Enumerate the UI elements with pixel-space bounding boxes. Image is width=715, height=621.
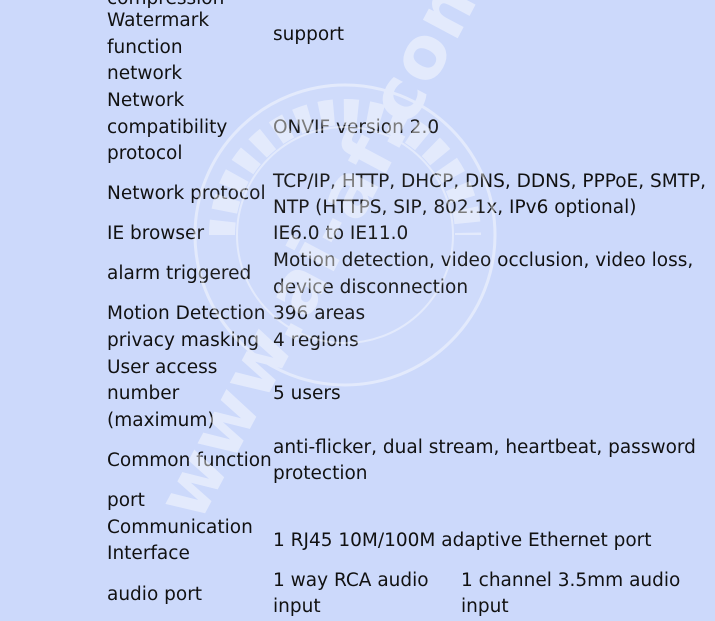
- user-access-label-line2: number: [107, 383, 180, 404]
- network-compatibility-value: ONVIF version 2.0: [273, 117, 440, 138]
- user-access-label-line1: User access: [107, 357, 218, 378]
- network-protocol-value-line1: TCP/IP, HTTP, DHCP, DNS, DDNS, PPPoE, SM…: [273, 171, 707, 192]
- network-compatibility-label-line3: protocol: [107, 143, 183, 164]
- ie-browser-value: IE6.0 to IE11.0: [273, 223, 409, 244]
- communication-interface-value: 1 RJ45 10M/100M adaptive Ethernet port: [273, 530, 652, 551]
- common-function-value-line1: anti-flicker, dual stream, heartbeat, pa…: [273, 437, 696, 458]
- motion-detection-label: Motion Detection: [107, 303, 266, 324]
- ie-browser-label: IE browser: [107, 223, 205, 244]
- network-compatibility-label-line2: compatibility: [107, 117, 228, 138]
- audio-port-value-b-line1: 1 channel 3.5mm audio: [461, 570, 681, 591]
- communication-interface-label-line2: Interface: [107, 543, 190, 564]
- audio-port-value-b-line2: input: [461, 596, 509, 617]
- communication-interface-label-line1: Communication: [107, 517, 253, 538]
- alarm-triggered-value-line1: Motion detection, video occlusion, video…: [273, 250, 694, 271]
- privacy-masking-label: privacy masking: [107, 330, 260, 351]
- watermark-function-value: support: [273, 24, 345, 45]
- audio-port-value-a-line2: input: [273, 596, 321, 617]
- privacy-masking-value: 4 regions: [273, 330, 359, 351]
- alarm-triggered-label: alarm triggered: [107, 263, 252, 284]
- user-access-label-line3: (maximum): [107, 410, 215, 431]
- network-protocol-label: Network protocol: [107, 183, 266, 204]
- watermark-function-label-line2: function: [107, 37, 183, 58]
- network-section-label: network: [107, 63, 183, 84]
- spec-sheet: compression Watermark function support n…: [0, 0, 715, 617]
- common-function-label: Common function: [107, 450, 272, 471]
- audio-port-value-a-line1: 1 way RCA audio: [273, 570, 429, 591]
- port-section-label: port: [107, 490, 145, 511]
- network-protocol-value-line2: NTP (HTTPS, SIP, 802.1x, IPv6 optional): [273, 197, 637, 218]
- motion-detection-value: 396 areas: [273, 303, 366, 324]
- audio-port-label: audio port: [107, 584, 203, 605]
- watermark-function-label-line1: Watermark: [107, 10, 210, 31]
- network-compatibility-label-line1: Network: [107, 90, 185, 111]
- user-access-value: 5 users: [273, 383, 341, 404]
- alarm-triggered-value-line2: device disconnection: [273, 277, 469, 298]
- common-function-value-line2: protection: [273, 463, 368, 484]
